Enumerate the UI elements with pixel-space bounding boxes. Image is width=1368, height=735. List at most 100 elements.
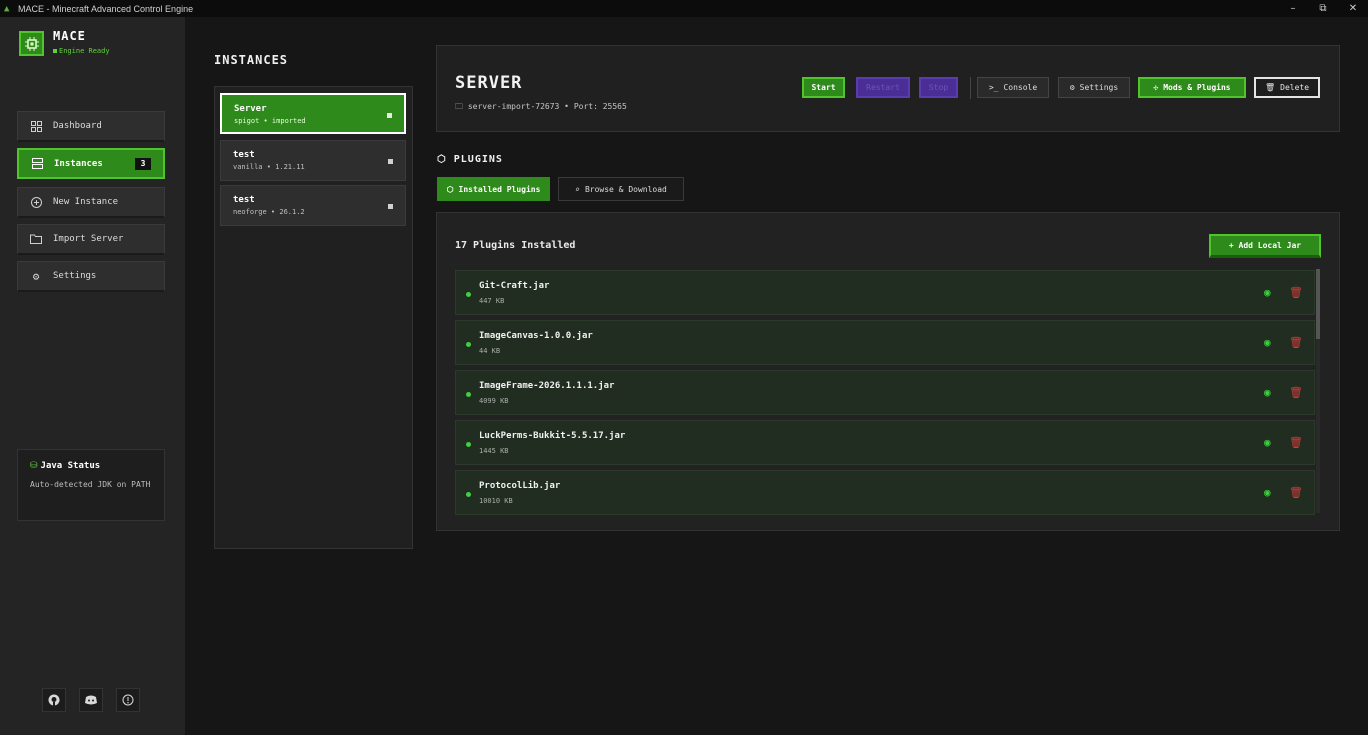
plugin-row: ImageCanvas-1.0.0.jar 44 KB ◉ 🗑 bbox=[455, 320, 1315, 365]
toggle-eye-icon[interactable]: ◉ bbox=[1264, 337, 1275, 348]
sidebar-item-label: Import Server bbox=[53, 234, 124, 244]
server-port: Port: 25565 bbox=[573, 102, 627, 111]
close-icon[interactable]: ✕ bbox=[1338, 0, 1368, 17]
enabled-dot-icon bbox=[466, 442, 471, 447]
restore-icon[interactable]: ⧉ bbox=[1308, 0, 1338, 17]
server-meta: 🗀 server-import-72673 • Port: 25565 bbox=[455, 102, 627, 111]
trash-icon: 🗑 bbox=[1264, 83, 1276, 92]
status-square-icon bbox=[388, 159, 393, 164]
plugin-size: 1445 KB bbox=[479, 447, 509, 455]
plugins-heading: ⬡ PLUGINS bbox=[437, 154, 503, 165]
toggle-eye-icon[interactable]: ◉ bbox=[1264, 437, 1275, 448]
engine-status: Engine Ready bbox=[53, 47, 110, 55]
delete-trash-icon[interactable]: 🗑 bbox=[1289, 437, 1303, 448]
server-icon bbox=[31, 158, 43, 170]
delete-trash-icon[interactable]: 🗑 bbox=[1289, 487, 1303, 498]
sidebar-item-label: Dashboard bbox=[53, 121, 102, 131]
plugin-size: 4099 KB bbox=[479, 397, 509, 405]
folder-icon bbox=[30, 233, 42, 245]
divider bbox=[970, 77, 971, 99]
gear-icon: ⚙ bbox=[1069, 83, 1075, 92]
gear-icon: ⚙ bbox=[32, 269, 40, 283]
github-icon[interactable] bbox=[42, 688, 66, 712]
java-status-card: ⛁ Java Status Auto-detected JDK on PATH bbox=[17, 449, 165, 521]
plugin-size: 10010 KB bbox=[479, 497, 513, 505]
enabled-dot-icon bbox=[466, 492, 471, 497]
delete-trash-icon[interactable]: 🗑 bbox=[1289, 387, 1303, 398]
plugin-name: Git-Craft.jar bbox=[479, 281, 550, 291]
enabled-dot-icon bbox=[466, 392, 471, 397]
toggle-eye-icon[interactable]: ◉ bbox=[1264, 487, 1275, 498]
plugin-name: ImageCanvas-1.0.0.jar bbox=[479, 331, 593, 341]
restart-button[interactable]: Restart bbox=[856, 77, 910, 98]
sidebar-item-label: Settings bbox=[53, 271, 97, 281]
instance-count-badge: 3 bbox=[135, 158, 151, 170]
status-square-icon bbox=[388, 204, 393, 209]
server-title: SERVER bbox=[455, 73, 523, 93]
instance-item-test-vanilla[interactable]: test vanilla • 1.21.11 bbox=[220, 140, 406, 181]
search-icon: ⌕ bbox=[575, 184, 580, 194]
sidebar-item-new-instance[interactable]: New Instance bbox=[17, 187, 165, 218]
info-icon[interactable] bbox=[116, 688, 140, 712]
plugin-row: LuckPerms-Bukkit-5.5.17.jar 1445 KB ◉ 🗑 bbox=[455, 420, 1315, 465]
instances-heading: INSTANCES bbox=[214, 53, 289, 67]
plugin-name: ProtocolLib.jar bbox=[479, 481, 561, 491]
start-button[interactable]: Start bbox=[802, 77, 845, 98]
brand-name: MACE bbox=[53, 29, 86, 43]
plugins-count: 17 Plugins Installed bbox=[455, 240, 576, 251]
settings-button[interactable]: ⚙ Settings bbox=[1058, 77, 1130, 98]
plus-circle-icon bbox=[30, 196, 42, 208]
terminal-icon: >_ bbox=[988, 83, 999, 92]
stop-button[interactable]: Stop bbox=[919, 77, 958, 98]
enabled-dot-icon bbox=[466, 292, 471, 297]
toggle-eye-icon[interactable]: ◉ bbox=[1264, 287, 1275, 298]
status-square-icon bbox=[387, 113, 392, 118]
sidebar-item-instances[interactable]: Instances 3 bbox=[17, 148, 165, 179]
delete-button[interactable]: 🗑 Delete bbox=[1254, 77, 1320, 98]
add-local-jar-button[interactable]: + Add Local Jar bbox=[1209, 234, 1321, 258]
plugins-panel: 17 Plugins Installed + Add Local Jar Git… bbox=[436, 212, 1340, 531]
sidebar-item-settings[interactable]: ⚙ Settings bbox=[17, 261, 165, 292]
tab-installed-plugins[interactable]: ⬡ Installed Plugins bbox=[437, 177, 550, 201]
sidebar-item-dashboard[interactable]: Dashboard bbox=[17, 111, 165, 142]
brand: MACE Engine Ready bbox=[19, 29, 110, 56]
delete-trash-icon[interactable]: 🗑 bbox=[1289, 287, 1303, 298]
console-button[interactable]: >_ Console bbox=[977, 77, 1049, 98]
title-bar: ▲ MACE - Minecraft Advanced Control Engi… bbox=[0, 0, 1368, 17]
window-controls: – ⧉ ✕ bbox=[1278, 0, 1368, 17]
instance-name: Server bbox=[234, 104, 267, 114]
plugin-name: ImageFrame-2026.1.1.1.jar bbox=[479, 381, 615, 391]
plugin-size: 447 KB bbox=[479, 297, 505, 305]
plugin-row: ImageFrame-2026.1.1.1.jar 4099 KB ◉ 🗑 bbox=[455, 370, 1315, 415]
cube-icon: ⬡ bbox=[446, 184, 454, 194]
plugin-row: ProtocolLib.jar 10010 KB ◉ 🗑 bbox=[455, 470, 1315, 515]
sidebar-item-label: New Instance bbox=[53, 197, 119, 207]
minimize-icon[interactable]: – bbox=[1278, 0, 1308, 17]
puzzle-icon: ✣ bbox=[1153, 83, 1159, 92]
instance-meta: neoforge • 26.1.2 bbox=[233, 208, 305, 216]
instance-name: test bbox=[233, 150, 255, 160]
server-header: SERVER 🗀 server-import-72673 • Port: 255… bbox=[436, 45, 1340, 132]
java-status-description: Auto-detected JDK on PATH bbox=[30, 480, 151, 489]
instance-meta: vanilla • 1.21.11 bbox=[233, 163, 305, 171]
instance-item-server[interactable]: Server spigot • imported bbox=[220, 93, 406, 134]
enabled-dot-icon bbox=[466, 342, 471, 347]
instance-item-test-neoforge[interactable]: test neoforge • 26.1.2 bbox=[220, 185, 406, 226]
plugin-size: 44 KB bbox=[479, 347, 501, 355]
plugins-scrollbar-thumb[interactable] bbox=[1316, 269, 1320, 339]
database-icon: ⛁ bbox=[30, 461, 38, 471]
server-folder: server-import-72673 bbox=[467, 102, 560, 111]
java-status-title: ⛁ Java Status bbox=[30, 461, 101, 471]
chip-logo-icon bbox=[19, 31, 44, 56]
plugin-row: Git-Craft.jar 447 KB ◉ 🗑 bbox=[455, 270, 1315, 315]
sidebar-item-import-server[interactable]: Import Server bbox=[17, 224, 165, 255]
tab-browse-download[interactable]: ⌕ Browse & Download bbox=[558, 177, 684, 201]
discord-icon[interactable] bbox=[79, 688, 103, 712]
grid-icon bbox=[30, 120, 42, 132]
folder-icon: 🗀 bbox=[455, 102, 463, 111]
toggle-eye-icon[interactable]: ◉ bbox=[1264, 387, 1275, 398]
mods-plugins-button[interactable]: ✣ Mods & Plugins bbox=[1138, 77, 1246, 98]
plugin-name: LuckPerms-Bukkit-5.5.17.jar bbox=[479, 431, 626, 441]
app-icon: ▲ bbox=[4, 3, 10, 14]
delete-trash-icon[interactable]: 🗑 bbox=[1289, 337, 1303, 348]
